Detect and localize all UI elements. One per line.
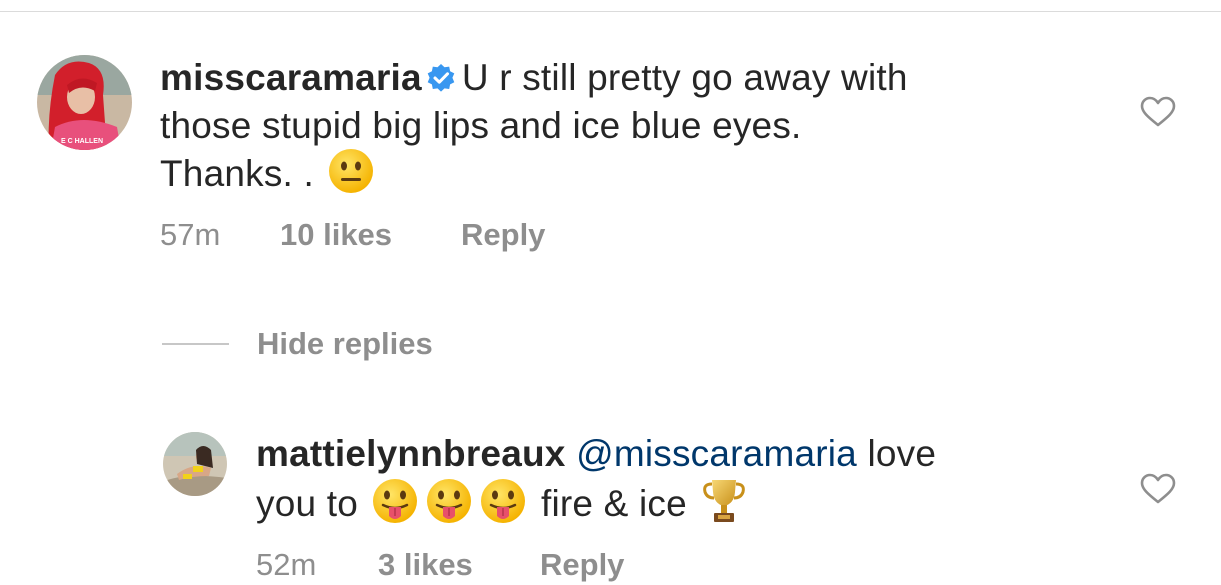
tongue-face-emoji-icon (426, 478, 472, 534)
reply-time[interactable]: 52m (256, 547, 316, 583)
reply-text: mattielynnbreaux @misscaramaria love you… (256, 431, 1126, 534)
reply-meta: 52m 3 likes Reply (256, 547, 756, 583)
comment-text-line2: those stupid big lips and ice blue eyes. (160, 105, 802, 146)
top-divider (0, 11, 1221, 12)
avatar-misscaramaria[interactable]: E C HALLEN (37, 55, 132, 150)
comment-username[interactable]: misscaramaria (160, 57, 422, 98)
comment-likes[interactable]: 10 likes (280, 217, 392, 253)
reply-username[interactable]: mattielynnbreaux (256, 433, 566, 474)
like-heart-icon[interactable] (1140, 473, 1176, 505)
comment-reply-button[interactable]: Reply (461, 217, 545, 253)
comment-meta: 57m 10 likes Reply (160, 217, 660, 253)
comment-time[interactable]: 57m (160, 217, 220, 253)
hide-replies-line (162, 343, 229, 345)
tongue-face-emoji-icon (372, 478, 418, 534)
reply-likes[interactable]: 3 likes (378, 547, 473, 583)
trophy-emoji-icon (701, 476, 747, 534)
tongue-face-emoji-icon (480, 478, 526, 534)
comment-text-line3: Thanks. . (160, 153, 314, 194)
like-heart-icon[interactable] (1140, 96, 1176, 128)
hide-replies-label[interactable]: Hide replies (257, 326, 433, 362)
reply-mention-link[interactable]: @misscaramaria (576, 433, 857, 474)
reply-reply-button[interactable]: Reply (540, 547, 624, 583)
avatar-shirt-text: E C HALLEN (61, 138, 103, 145)
reply-text-line1-end: love (867, 433, 937, 474)
comment-text-line1: U r still pretty go away with (461, 57, 908, 98)
avatar-mattielynnbreaux[interactable] (163, 432, 227, 496)
reply-text-line2-mid: fire & ice (540, 483, 687, 524)
neutral-face-emoji-icon (328, 148, 374, 204)
comment-text: misscaramaria U r still pretty go away wi… (160, 55, 1120, 204)
reply-text-line2-start: you to (256, 483, 358, 524)
verified-badge-icon (426, 58, 456, 103)
